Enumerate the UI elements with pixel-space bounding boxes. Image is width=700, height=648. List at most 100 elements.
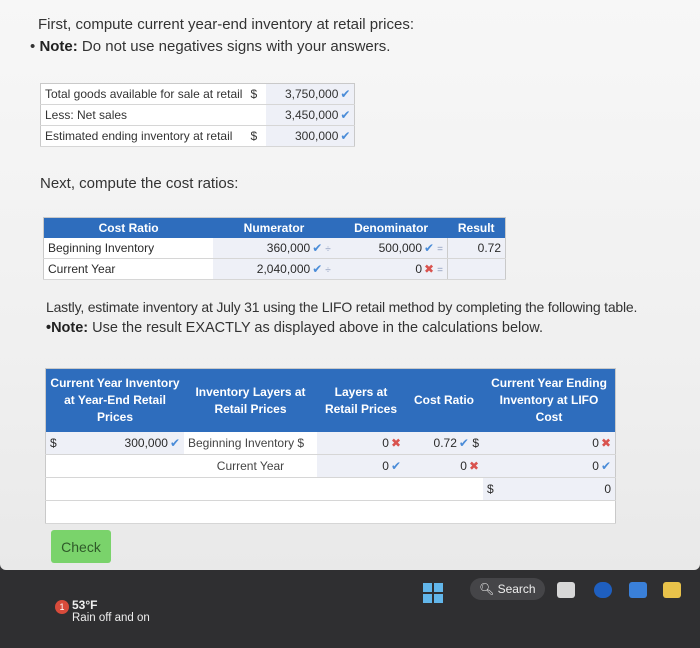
notification-badge[interactable]: 1 (55, 600, 69, 614)
app-icon[interactable] (594, 582, 612, 598)
check-icon: ✔ (458, 436, 469, 450)
windows-start-icon[interactable] (423, 583, 443, 603)
check-button[interactable]: Check (51, 530, 111, 563)
retail-input[interactable]: $300,000 ✔ (45, 432, 184, 455)
table-row: Beginning Inventory 360,000 ✔ ÷ 500,000 ✔ = … (43, 238, 506, 259)
folder-icon[interactable] (663, 582, 681, 598)
weather-description[interactable]: Rain off and on (72, 612, 150, 624)
empty-cell (317, 477, 405, 501)
note-text: Do not use negatives signs with your ans… (77, 38, 391, 55)
instruction-1: First, compute current year-end inventor… (38, 16, 414, 33)
app-icon[interactable] (557, 582, 575, 598)
empty-cell (483, 500, 616, 524)
check-icon: ✔ (340, 108, 351, 122)
col-header: Layers at Retail Prices (317, 368, 405, 432)
empty-cell (405, 500, 483, 524)
instruction-cost-ratios: Next, compute the cost ratios: (40, 175, 239, 192)
taskbar-search[interactable]: 🔍︎ Search (470, 578, 545, 600)
layer-label: Beginning Inventory $ (184, 432, 317, 455)
check-icon: ✔ (312, 262, 323, 276)
total-lifo-cost-input[interactable]: $0 (483, 477, 616, 501)
row-label: Estimated ending inventory at retail (40, 125, 247, 147)
check-icon: ✔ (340, 129, 351, 143)
result-value (446, 258, 506, 280)
table-row: Total goods available for sale at retail… (40, 83, 355, 105)
col-header: Result (447, 217, 506, 238)
check-icon: ✔ (312, 241, 323, 255)
ending-inventory-input[interactable]: 300,000 ✔ (266, 125, 355, 147)
check-icon: ✔ (390, 459, 401, 473)
layer-label: Current Year (184, 454, 317, 478)
cross-icon: ✖ (600, 436, 611, 450)
numerator-input[interactable]: 2,040,000 ✔ ÷ (213, 258, 335, 280)
app-icon[interactable] (629, 582, 647, 598)
currency (246, 104, 267, 126)
empty-cell (317, 500, 405, 524)
col-header: Current Year Inventory at Year-End Retai… (45, 368, 184, 432)
instruction-lifo: Lastly, estimate inventory at July 31 us… (46, 299, 638, 315)
col-header: Cost Ratio (405, 368, 483, 432)
table-row: Less: Net sales 3,450,000 ✔ (40, 104, 355, 126)
taskbar (0, 570, 700, 648)
retail-inventory-table: Total goods available for sale at retail… (40, 83, 356, 147)
equals-icon: = (437, 244, 443, 255)
lifo-table: Current Year Inventory at Year-End Retai… (45, 368, 616, 524)
bullet: • (30, 38, 36, 55)
check-icon: ✔ (600, 459, 611, 473)
col-header: Denominator (334, 217, 448, 238)
empty-cell (45, 477, 184, 501)
currency: $ (246, 83, 267, 105)
table-row: Current Year 2,040,000 ✔ ÷ 0 ✖ = (43, 258, 506, 280)
search-icon: 🔍︎ (479, 582, 495, 596)
divide-icon: ÷ (325, 244, 331, 255)
row-label: Less: Net sales (40, 104, 247, 126)
col-header: Numerator (213, 217, 335, 238)
table-row (45, 500, 616, 524)
check-icon: ✔ (424, 241, 435, 255)
instruction-note-2: •Note: Use the result EXACTLY as display… (46, 320, 543, 336)
denominator-input[interactable]: 0 ✖ = (334, 258, 448, 280)
empty-cell (184, 500, 317, 524)
empty-cell (45, 454, 184, 478)
lifo-cost-input[interactable]: 0 ✔ (483, 454, 616, 478)
table-row: $0 (45, 477, 616, 501)
cost-ratio-table: Cost Ratio Numerator Denominator Result … (43, 217, 506, 280)
check-icon: ✔ (340, 87, 351, 101)
cross-icon: ✖ (390, 436, 401, 450)
layer-retail-input[interactable]: 0 ✖ (317, 432, 405, 455)
col-header: Cost Ratio (43, 217, 214, 238)
denominator-input[interactable]: 500,000 ✔ = (334, 238, 448, 259)
empty-cell (45, 500, 184, 524)
note-label: Note: (39, 38, 78, 55)
cost-ratio-input[interactable]: 0.72 ✔ $ (405, 432, 483, 455)
search-label: Search (497, 582, 536, 596)
empty-cell (184, 477, 317, 501)
equals-icon: = (437, 265, 443, 276)
browser-content: First, compute current year-end inventor… (0, 0, 700, 570)
goods-available-input[interactable]: 3,750,000 ✔ (266, 83, 355, 105)
result-value: 0.72 (446, 238, 506, 259)
row-label: Total goods available for sale at retail (40, 83, 247, 105)
weather-temperature[interactable]: 53°F (72, 598, 97, 612)
check-icon: ✔ (169, 436, 180, 450)
row-label: Current Year (43, 258, 214, 280)
instruction-note: • Note: Do not use negatives signs with … (30, 38, 390, 55)
table-row: Current Year 0 ✔ 0 ✖ 0 ✔ (45, 454, 616, 478)
lifo-cost-input[interactable]: 0 ✖ (483, 432, 616, 455)
currency: $ (246, 125, 267, 147)
table-row: $300,000 ✔ Beginning Inventory $ 0 ✖ 0.72 ✔… (45, 432, 616, 455)
cost-ratio-input[interactable]: 0 ✖ (405, 454, 483, 478)
col-header: Current Year Ending Inventory at LIFO Co… (483, 368, 616, 432)
empty-cell (405, 477, 483, 501)
layer-retail-input[interactable]: 0 ✔ (317, 454, 405, 478)
col-header: Inventory Layers at Retail Prices (184, 368, 317, 432)
cross-icon: ✖ (468, 459, 479, 473)
note-label: •Note: (46, 320, 89, 336)
numerator-input[interactable]: 360,000 ✔ ÷ (213, 238, 335, 259)
note-text: Use the result EXACTLY as displayed abov… (88, 320, 544, 336)
row-label: Beginning Inventory (43, 238, 214, 259)
net-sales-input[interactable]: 3,450,000 ✔ (266, 104, 355, 126)
divide-icon: ÷ (325, 265, 331, 276)
table-row: Estimated ending inventory at retail $ 3… (40, 125, 355, 147)
cross-icon: ✖ (424, 262, 435, 276)
